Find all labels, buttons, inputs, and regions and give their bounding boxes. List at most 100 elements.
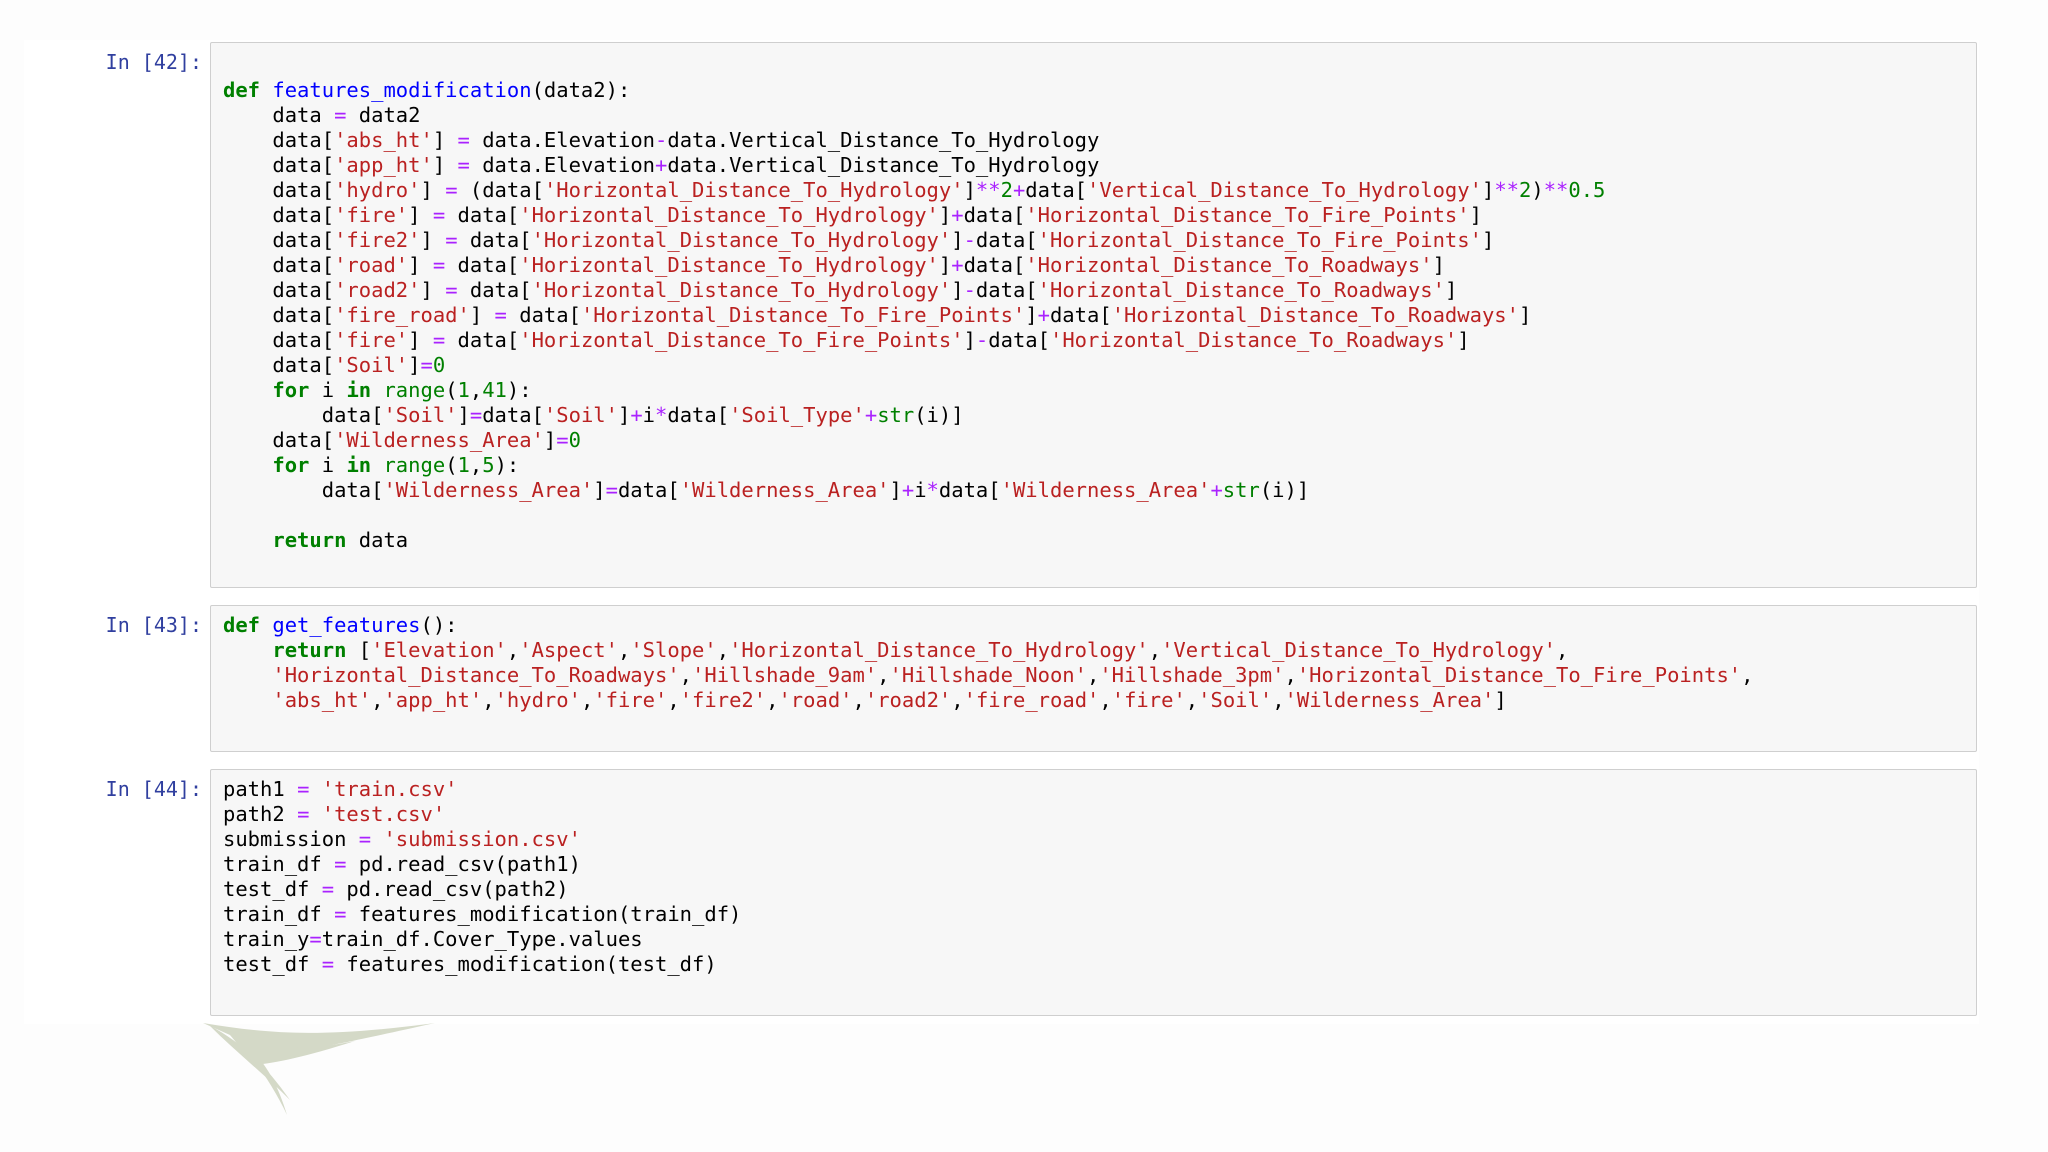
code-line: data['Wilderness_Area']=data['Wilderness…	[223, 478, 1976, 503]
code-token: features_modification(test_df)	[334, 952, 717, 976]
code-token: ]	[938, 253, 952, 277]
code-token: [	[346, 638, 372, 662]
code-token: 'abs_ht'	[334, 128, 433, 152]
code-line: 'Horizontal_Distance_To_Roadways','Hills…	[223, 663, 1976, 688]
code-token: data[	[445, 328, 520, 352]
code-editor[interactable]: def features_modification(data2): data =…	[211, 43, 1976, 553]
code-token: 'fire'	[593, 688, 668, 712]
code-input-area[interactable]: def features_modification(data2): data =…	[210, 42, 1977, 588]
code-token: 'fire_road'	[334, 303, 470, 327]
code-token: data[	[445, 253, 520, 277]
code-token: ]	[408, 328, 433, 352]
code-token: 'Wilderness_Area'	[383, 478, 594, 502]
code-token: train_df	[223, 902, 335, 926]
code-token: =	[334, 852, 347, 876]
code-token: 'hydro'	[494, 688, 581, 712]
code-token: ,	[1556, 638, 1569, 662]
code-token: ,	[1741, 663, 1754, 687]
code-token: 'Horizontal_Distance_To_Hydrology'	[729, 638, 1149, 662]
code-input-area[interactable]: path1 = 'train.csv' path2 = 'test.csv' sub…	[210, 769, 1977, 1016]
code-token: ):	[506, 378, 532, 402]
code-token: 'Slope'	[630, 638, 717, 662]
code-token: return	[272, 638, 347, 662]
cell-prompt: In [42]:	[105, 50, 202, 74]
code-token: =	[297, 777, 310, 801]
code-token: ,	[716, 638, 730, 662]
code-token: data[	[975, 228, 1038, 252]
code-token: data[	[506, 303, 581, 327]
code-token: data[	[223, 303, 335, 327]
code-token: data[	[223, 428, 335, 452]
code-token: =	[334, 902, 347, 926]
code-token: get_features	[272, 613, 421, 637]
code-token: =	[321, 952, 335, 976]
code-token: 'fire2'	[334, 228, 421, 252]
code-line: data['abs_ht'] = data.Elevation-data.Ver…	[223, 128, 1976, 153]
code-token: data.Elevation	[469, 153, 656, 177]
code-token: data[	[223, 253, 335, 277]
code-token: 'road'	[778, 688, 853, 712]
code-token: data[	[457, 228, 532, 252]
code-token: 'app_ht'	[334, 153, 433, 177]
code-token: ]	[963, 328, 976, 352]
code-token: **	[1494, 178, 1519, 202]
code-token: ]	[938, 203, 952, 227]
code-token: data[	[963, 253, 1026, 277]
code-token: data[	[223, 353, 335, 377]
code-token: ]	[1444, 278, 1458, 302]
code-token: 'submission.csv'	[383, 827, 581, 851]
code-token: ]	[963, 178, 976, 202]
code-token: *	[926, 478, 939, 502]
code-token: ):	[494, 453, 520, 477]
code-line: def features_modification(data2):	[223, 78, 1976, 103]
code-token: ]	[1518, 303, 1532, 327]
code-token: =	[432, 253, 446, 277]
cell-prompt: In [44]:	[105, 777, 202, 801]
code-token: data[	[975, 278, 1038, 302]
code-line: data['fire'] = data['Horizontal_Distance…	[223, 203, 1976, 228]
code-token: 'Vertical_Distance_To_Hydrology'	[1087, 178, 1482, 202]
code-token: -	[963, 228, 976, 252]
code-editor[interactable]: def get_features(): return ['Elevation',…	[211, 606, 1976, 713]
code-token: 'fire'	[334, 203, 409, 227]
code-token: return	[272, 528, 347, 552]
code-token: ,	[580, 688, 594, 712]
code-token: ,	[1148, 638, 1162, 662]
code-token: def	[223, 613, 261, 637]
code-line: data['road'] = data['Horizontal_Distance…	[223, 253, 1976, 278]
code-token: data[	[1025, 178, 1088, 202]
code-token: ,	[469, 453, 483, 477]
code-token: data[	[223, 478, 384, 502]
code-token: test_df	[223, 877, 322, 901]
code-token: 'Horizontal_Distance_To_Fire_Points'	[580, 303, 1026, 327]
code-line: path1 = 'train.csv'	[223, 777, 1976, 802]
code-token: ]	[420, 228, 446, 252]
code-token: ,	[371, 688, 384, 712]
code-token: 'Aspect'	[519, 638, 618, 662]
code-input-area[interactable]: def get_features(): return ['Elevation',…	[210, 605, 1977, 752]
code-token: (i)]	[914, 403, 964, 427]
code-token: ,	[1099, 688, 1112, 712]
code-token: path1	[223, 777, 298, 801]
code-token: 1	[457, 453, 470, 477]
code-token: data[	[223, 328, 335, 352]
code-token: ]	[408, 253, 433, 277]
code-editor[interactable]: path1 = 'train.csv' path2 = 'test.csv' sub…	[211, 770, 1976, 977]
cell-prompt: In [43]:	[105, 613, 202, 637]
code-token: ,	[852, 688, 865, 712]
code-token: 0	[568, 428, 581, 452]
code-token: **	[975, 178, 1001, 202]
code-token: 'Vertical_Distance_To_Hydrology'	[1161, 638, 1557, 662]
code-token: data.Vertical_Distance_To_Hydrology	[667, 128, 1100, 152]
code-token: data[	[223, 153, 335, 177]
code-line: return data	[223, 528, 1976, 553]
code-token: 'fire2'	[679, 688, 767, 712]
code-token: pd.read_csv(path2)	[334, 877, 569, 901]
code-token: =	[469, 403, 483, 427]
code-token: 2	[1519, 178, 1532, 202]
code-token: data[	[1049, 303, 1112, 327]
code-token: features_modification	[272, 78, 532, 102]
code-token: data[	[482, 403, 544, 427]
